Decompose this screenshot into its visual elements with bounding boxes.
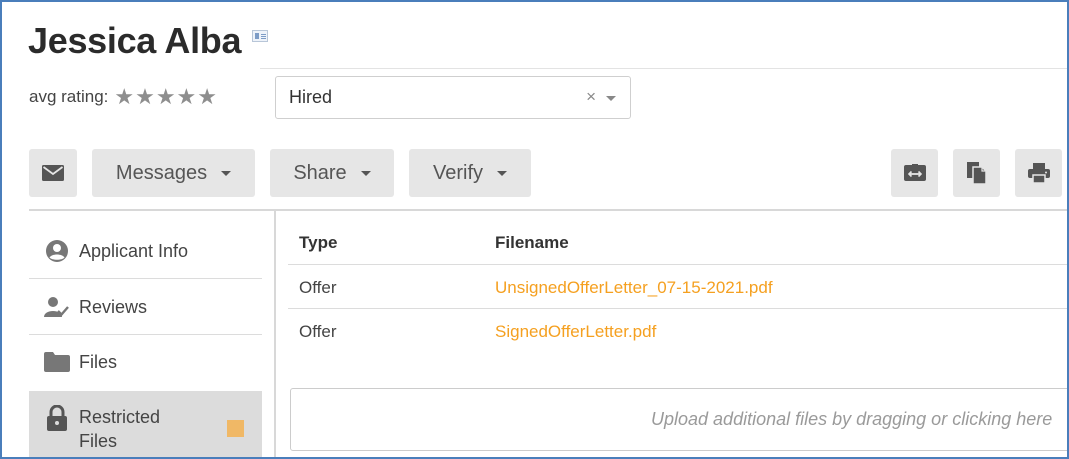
upload-placeholder: Upload additional files by dragging or c… bbox=[651, 409, 1053, 429]
sidebar-item-restricted-files[interactable]: Restricted Files bbox=[29, 391, 262, 457]
sidebar-item-label: Restricted Files bbox=[79, 407, 161, 451]
sidebar-separator bbox=[29, 278, 262, 279]
clear-icon[interactable]: × bbox=[586, 87, 596, 107]
sidebar-item-files[interactable]: Files bbox=[29, 338, 262, 386]
file-link[interactable]: UnsignedOfferLetter_07-15-2021.pdf bbox=[495, 278, 773, 298]
file-link[interactable]: SignedOfferLetter.pdf bbox=[495, 322, 656, 342]
upload-dropzone[interactable]: Upload additional files by dragging or c… bbox=[290, 388, 1067, 451]
rating-stars[interactable]: ★★★★★ bbox=[114, 86, 218, 108]
avg-rating-label: avg rating: bbox=[29, 87, 109, 106]
envelope-icon bbox=[42, 165, 64, 181]
user-circle-icon bbox=[43, 239, 71, 263]
messages-button[interactable]: Messages bbox=[92, 149, 255, 197]
share-label: Share bbox=[293, 161, 347, 184]
sidebar-separator bbox=[29, 334, 262, 335]
copy-document-icon bbox=[966, 162, 987, 184]
table-row-divider bbox=[288, 308, 1067, 309]
mail-button[interactable] bbox=[29, 149, 77, 197]
candidate-name: Jessica Alba bbox=[28, 20, 242, 61]
sidebar-item-label: Files bbox=[79, 351, 118, 372]
table-cell-type: Offer bbox=[299, 322, 337, 341]
avg-rating: avg rating: ★★★★★ bbox=[29, 86, 218, 108]
expand-horizontal-icon bbox=[903, 164, 926, 181]
user-check-icon bbox=[43, 296, 71, 318]
sidebar-item-reviews[interactable]: Reviews bbox=[29, 283, 262, 331]
chevron-down-icon bbox=[497, 170, 508, 176]
chevron-down-icon bbox=[221, 170, 232, 176]
chevron-down-icon[interactable] bbox=[606, 96, 616, 101]
header-divider bbox=[260, 68, 1067, 69]
sidebar-item-applicant-info[interactable]: Applicant Info bbox=[29, 227, 262, 275]
printer-icon bbox=[1027, 163, 1050, 183]
vcard-icon[interactable] bbox=[252, 30, 268, 42]
sidebar-item-label: Reviews bbox=[79, 296, 148, 317]
restricted-indicator bbox=[227, 420, 244, 437]
column-header-filename[interactable]: Filename bbox=[495, 233, 569, 253]
status-selected-value: Hired bbox=[289, 87, 333, 107]
table-header-divider bbox=[288, 264, 1067, 265]
column-header-type[interactable]: Type bbox=[299, 233, 337, 253]
expand-button[interactable] bbox=[891, 149, 938, 197]
print-button[interactable] bbox=[1015, 149, 1062, 197]
messages-label: Messages bbox=[115, 161, 208, 184]
chevron-down-icon bbox=[360, 170, 371, 176]
lock-icon bbox=[43, 405, 71, 431]
verify-button[interactable]: Verify bbox=[409, 149, 531, 197]
folder-icon bbox=[43, 352, 71, 372]
table-cell-type: Offer bbox=[299, 278, 337, 297]
panel-divider bbox=[29, 209, 1067, 211]
sidebar-divider bbox=[274, 211, 276, 457]
sidebar-item-label: Applicant Info bbox=[79, 240, 189, 261]
copy-button[interactable] bbox=[953, 149, 1000, 197]
share-button[interactable]: Share bbox=[270, 149, 394, 197]
app-window: Jessica Alba avg rating: ★★★★★ Hired × M… bbox=[0, 0, 1069, 459]
verify-label: Verify bbox=[432, 161, 484, 184]
status-select[interactable]: Hired × bbox=[275, 76, 631, 119]
